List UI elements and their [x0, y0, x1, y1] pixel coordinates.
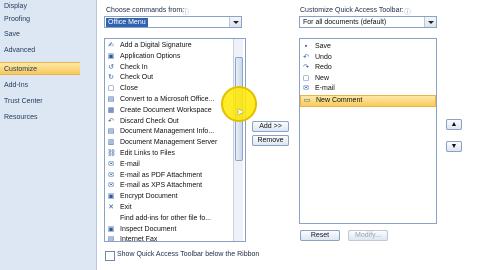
- modify-button[interactable]: Modify...: [348, 230, 388, 241]
- command-label: Inspect Document: [120, 225, 177, 233]
- show-below-ribbon-checkbox[interactable]: [105, 251, 115, 261]
- command-label: E-mail as PDF Attachment: [120, 171, 203, 179]
- toolbar-command-label: Redo: [315, 64, 332, 71]
- options-nav: Display Proofing Save Advanced Customize Add-…: [0, 0, 97, 270]
- app-options-icon: ▣: [107, 52, 115, 60]
- toolbar-command-label: Save: [315, 43, 331, 50]
- add-button[interactable]: Add >>: [252, 121, 289, 132]
- command-label: Encrypt Document: [120, 193, 178, 201]
- close-doc-icon: ▢: [107, 85, 115, 93]
- redo-icon: ↷: [303, 64, 309, 71]
- new-comment-icon: ▭: [303, 96, 311, 104]
- nav-item-save[interactable]: Save: [0, 28, 96, 41]
- move-down-button[interactable]: ▼: [446, 141, 462, 152]
- customize-for-dropdown[interactable]: For all documents (default): [299, 16, 437, 28]
- email-icon: ✉: [108, 160, 114, 168]
- command-label: Create Document Workspace: [120, 106, 212, 114]
- xps-icon: ✉: [108, 182, 114, 190]
- signature-icon: ✍: [108, 42, 114, 49]
- toolbar-command-label: New: [315, 74, 330, 82]
- move-up-button[interactable]: ▲: [446, 119, 462, 130]
- nav-item-advanced[interactable]: Advanced: [0, 44, 96, 57]
- discard-icon: ↶: [108, 117, 114, 125]
- encrypt-icon: ▣: [107, 193, 115, 201]
- command-label: Add a Digital Signature: [120, 42, 192, 49]
- choose-commands-value: Office Menu: [106, 18, 148, 27]
- command-label: E-mail: [120, 160, 140, 168]
- chevron-down-icon[interactable]: [229, 17, 241, 27]
- command-label: Find add-ins for other file fo...: [120, 214, 212, 222]
- customize-for-value: For all documents (default): [303, 19, 387, 26]
- toolbar-command-item[interactable]: ▭ New Comment: [300, 94, 436, 107]
- mouse-pointer-icon: ➤: [236, 107, 245, 118]
- command-label: Close: [120, 85, 138, 93]
- command-label: Check Out: [120, 74, 154, 82]
- new-icon: ▢: [302, 74, 310, 82]
- chevron-down-icon[interactable]: [424, 17, 436, 27]
- save-icon: ▪: [304, 43, 308, 50]
- doc-server-icon: ▥: [107, 139, 115, 147]
- nav-item-add-ins[interactable]: Add-Ins: [0, 79, 96, 92]
- command-label: Exit: [120, 204, 132, 211]
- customize-toolbar-label: Customize Quick Access Toolbar:: [300, 7, 404, 14]
- undo-icon: ↶: [303, 53, 309, 61]
- command-label: Edit Links to Files: [120, 150, 175, 157]
- inspect-icon: ▣: [107, 225, 115, 233]
- choose-commands-dropdown[interactable]: Office Menu: [104, 16, 242, 28]
- email-icon: ✉: [303, 85, 309, 92]
- nav-item-customize[interactable]: Customize: [0, 62, 80, 75]
- nav-item-proofing[interactable]: Proofing: [0, 13, 96, 26]
- pdf-icon: ✉: [108, 171, 114, 179]
- toolbar-command-label: New Comment: [316, 96, 363, 104]
- check-in-icon: ↺: [108, 63, 114, 71]
- fax-icon: ▤: [107, 236, 115, 242]
- reset-button[interactable]: Reset: [300, 230, 340, 241]
- convert-icon: ▤: [107, 96, 115, 103]
- command-label: Convert to a Microsoft Office...: [120, 96, 215, 103]
- doc-info-icon: ▤: [107, 128, 115, 136]
- choose-commands-label: Choose commands from:: [106, 7, 185, 14]
- commands-list[interactable]: ✍ Add a Digital Signature ▣ Application Opt…: [104, 38, 246, 242]
- command-label: Application Options: [120, 52, 181, 60]
- remove-button[interactable]: Remove: [252, 135, 289, 146]
- nav-item-display[interactable]: Display: [0, 0, 96, 13]
- links-icon: ⛓: [107, 150, 116, 157]
- workspace-icon: ▦: [107, 106, 115, 114]
- toolbar-commands-list[interactable]: ▪ Save ↶ Undo ↷ Redo ▢ New ✉ E-mail ▭ New Comment: [299, 38, 437, 224]
- command-label: Internet Fax: [120, 236, 158, 242]
- nav-item-trust-center[interactable]: Trust Center: [0, 95, 96, 108]
- exit-icon: ✕: [108, 204, 114, 211]
- toolbar-command-label: E-mail: [315, 85, 335, 92]
- command-label: Discard Check Out: [120, 117, 179, 125]
- command-label: Check In: [120, 63, 148, 71]
- command-label: Document Management Server: [120, 139, 218, 147]
- addins-icon: [107, 215, 115, 223]
- command-label: Document Management Info...: [120, 128, 215, 136]
- nav-item-resources[interactable]: Resources: [0, 111, 96, 124]
- show-below-ribbon-label: Show Quick Access Toolbar below the Ribb…: [117, 251, 260, 258]
- check-out-icon: ↻: [108, 74, 114, 82]
- commands-scrollbar[interactable]: [233, 39, 243, 241]
- command-label: E-mail as XPS Attachment: [120, 182, 203, 190]
- toolbar-command-label: Undo: [315, 53, 332, 61]
